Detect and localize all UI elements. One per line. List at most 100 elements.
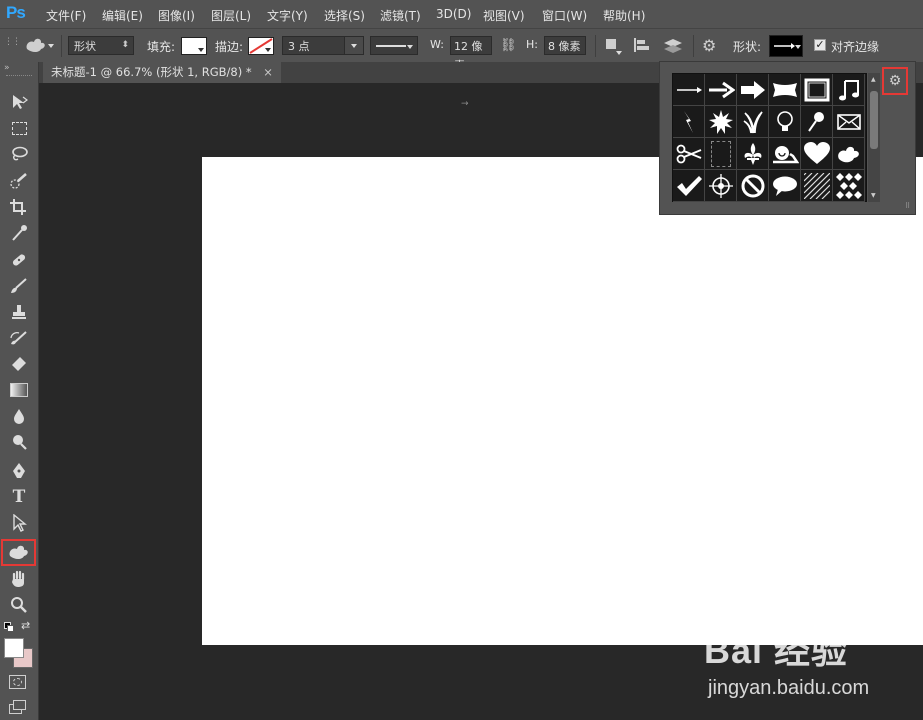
shape-bold-arrow[interactable]: [737, 74, 769, 106]
shape-grass[interactable]: [737, 106, 769, 138]
collapse-panel-icon[interactable]: »: [4, 63, 10, 73]
shape-pushpin[interactable]: [801, 106, 833, 138]
resize-grip-icon[interactable]: ⠿: [905, 202, 910, 210]
shape-checker-diamonds[interactable]: [833, 170, 865, 202]
menu-filter[interactable]: 滤镜(T): [380, 7, 421, 24]
shape-light-bulb[interactable]: [769, 106, 801, 138]
eraser-tool[interactable]: [4, 352, 34, 376]
shape-heart[interactable]: [801, 138, 833, 170]
shape-splat[interactable]: [833, 138, 865, 170]
menu-window[interactable]: 窗口(W): [542, 7, 587, 24]
baidu-watermark-url: jingyan.baidu.com: [708, 677, 870, 699]
close-tab-icon[interactable]: ×: [263, 65, 273, 79]
path-selection-tool[interactable]: [4, 511, 34, 535]
shape-envelope[interactable]: [833, 106, 865, 138]
grip-icon: ⋮⋮: [4, 37, 21, 47]
stroke-type-select[interactable]: [370, 36, 418, 55]
stroke-width-input[interactable]: 3 点: [282, 36, 364, 55]
lasso-tool[interactable]: [4, 142, 34, 166]
menu-edit[interactable]: 编辑(E): [102, 7, 143, 24]
stroke-width-dropdown[interactable]: [344, 37, 363, 54]
shape-picker-button[interactable]: [769, 35, 803, 57]
path-operations-button[interactable]: [604, 37, 624, 55]
screen-mode-button[interactable]: [9, 700, 26, 714]
hand-tool[interactable]: [4, 567, 34, 591]
width-label: W:: [430, 38, 444, 51]
default-colors-button[interactable]: [4, 622, 14, 632]
healing-brush-tool[interactable]: [4, 248, 34, 272]
height-input[interactable]: 8 像素: [544, 36, 586, 55]
brush-tool[interactable]: [4, 274, 34, 298]
shape-picker-settings-button[interactable]: ⚙: [882, 67, 908, 95]
options-bar: ⋮⋮ 形状 ⬍ 填充: 描边: 3 点 W: 12 像素 ⛓ H: 8 像素: [0, 28, 923, 72]
shape-frame[interactable]: [801, 74, 833, 106]
dodge-tool[interactable]: [4, 430, 34, 454]
menu-select[interactable]: 选择(S): [324, 7, 365, 24]
shape-stamp-frame[interactable]: [705, 138, 737, 170]
document-tab[interactable]: 未标题-1 @ 66.7% (形状 1, RGB/8) * ×: [43, 62, 281, 83]
shape-music-notes[interactable]: [833, 74, 865, 106]
shape-thin-arrow[interactable]: [673, 74, 705, 106]
gradient-tool[interactable]: [4, 378, 34, 402]
pen-tool[interactable]: [4, 459, 34, 483]
shape-lightning[interactable]: [673, 106, 705, 138]
height-value: 8 像素: [548, 40, 581, 53]
marquee-icon: [11, 121, 27, 135]
blur-tool[interactable]: [4, 404, 34, 428]
foreground-color-swatch[interactable]: [4, 638, 24, 658]
crop-tool[interactable]: [4, 195, 34, 219]
menu-image[interactable]: 图像(I): [158, 7, 195, 24]
width-input[interactable]: 12 像素: [450, 36, 492, 72]
align-edges-checkbox[interactable]: ✓: [814, 39, 826, 51]
menu-3d[interactable]: 3D(D): [436, 7, 471, 21]
menu-layer[interactable]: 图层(L): [211, 7, 251, 24]
path-alignment-button[interactable]: [632, 37, 654, 55]
menu-help[interactable]: 帮助(H): [603, 7, 645, 24]
stroke-swatch[interactable]: [248, 37, 274, 55]
quick-select-tool[interactable]: [4, 169, 34, 193]
marquee-tool[interactable]: [4, 116, 34, 140]
menu-file[interactable]: 文件(F): [46, 7, 86, 24]
gradient-icon: [10, 383, 28, 397]
shape-checkmark[interactable]: [673, 170, 705, 202]
fill-label: 填充:: [147, 40, 176, 54]
scroll-down-icon[interactable]: ▼: [871, 192, 876, 199]
menu-view[interactable]: 视图(V): [483, 7, 525, 24]
type-icon: T: [12, 487, 26, 507]
shape-arrow[interactable]: [705, 74, 737, 106]
shape-picker-scrollbar[interactable]: ▲ ▼: [868, 73, 880, 202]
stroke-width-value: 3 点: [288, 40, 310, 53]
shape-speech-bubble[interactable]: [769, 170, 801, 202]
swap-colors-icon[interactable]: ⇄: [21, 619, 30, 632]
gear-settings-icon[interactable]: ⚙: [702, 36, 716, 55]
height-label: H:: [526, 38, 538, 51]
crop-icon: [10, 199, 26, 215]
clone-stamp-tool[interactable]: [4, 300, 34, 324]
scroll-up-icon[interactable]: ▲: [871, 76, 876, 83]
fill-swatch[interactable]: [181, 37, 207, 55]
tool-preset-picker[interactable]: [20, 33, 58, 57]
shape-label: 形状:: [733, 40, 762, 54]
shape-snail[interactable]: [769, 138, 801, 170]
history-brush-tool[interactable]: [4, 326, 34, 350]
path-arrangement-button[interactable]: [662, 37, 684, 55]
shape-scissors[interactable]: [673, 138, 705, 170]
scroll-thumb[interactable]: [870, 91, 878, 149]
type-tool[interactable]: T: [4, 485, 34, 509]
zoom-tool[interactable]: [4, 593, 34, 617]
move-tool[interactable]: [4, 90, 34, 114]
move-icon: [13, 95, 28, 109]
eyedropper-tool[interactable]: [4, 221, 34, 245]
quick-mask-button[interactable]: [9, 675, 26, 689]
document-canvas[interactable]: [202, 157, 923, 645]
shape-fleur-de-lis[interactable]: [737, 138, 769, 170]
path-operations-icon: [606, 39, 616, 49]
shape-diagonal-lines[interactable]: [801, 170, 833, 202]
tool-mode-select[interactable]: 形状 ⬍: [68, 36, 134, 55]
shape-target-crosshair[interactable]: [705, 170, 737, 202]
shape-no-sign[interactable]: [737, 170, 769, 202]
link-icon[interactable]: ⛓: [500, 38, 517, 53]
shape-banner[interactable]: [769, 74, 801, 106]
menu-type[interactable]: 文字(Y): [267, 7, 308, 24]
shape-starburst[interactable]: [705, 106, 737, 138]
